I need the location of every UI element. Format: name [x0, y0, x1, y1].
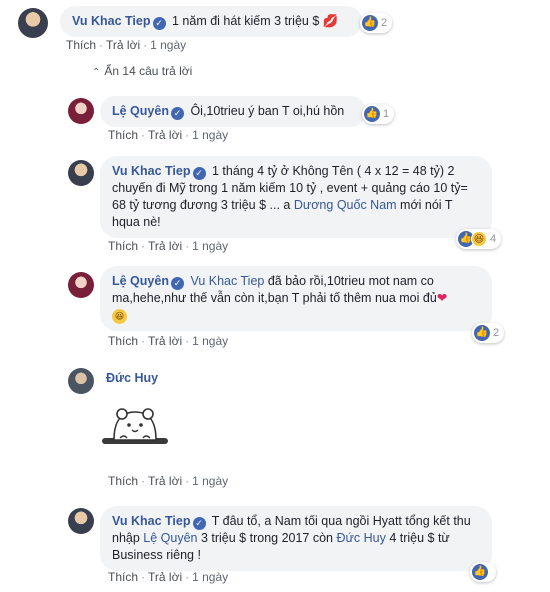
- comment-actions: Thích · Trả lời · 1 ngày: [108, 239, 229, 253]
- avatar[interactable]: [18, 8, 48, 38]
- comment-bubble: Vu Khac Tiep ✓ 1 tháng 4 tỷ ở Không Tên (…: [100, 156, 492, 238]
- comment-actions: Thích · Trả lời · 1 ngày: [108, 334, 229, 348]
- reaction-summary[interactable]: 👍 2: [360, 13, 393, 33]
- avatar[interactable]: [68, 368, 94, 394]
- mention-link[interactable]: Đức Huy: [336, 531, 385, 545]
- timestamp[interactable]: 1 ngày: [192, 570, 228, 584]
- reaction-summary[interactable]: 👍 😆 4: [456, 229, 502, 249]
- comment-author[interactable]: Vu Khac Tiep: [112, 514, 191, 528]
- verified-badge-icon: ✓: [152, 17, 166, 30]
- comment-text: Ôi,10trieu ý ban T oi,hú hồn: [190, 104, 345, 118]
- bear-sticker[interactable]: [100, 394, 170, 452]
- comment-bubble: Lệ Quyên ✓ Ôi,10trieu ý ban T oi,hú hồn: [100, 96, 366, 127]
- avatar[interactable]: [68, 160, 94, 186]
- verified-badge-icon: ✓: [192, 517, 206, 530]
- like-link[interactable]: Thích: [108, 239, 138, 253]
- verified-badge-icon: ✓: [192, 167, 206, 180]
- like-icon: 👍: [362, 15, 378, 31]
- avatar[interactable]: [68, 272, 94, 298]
- timestamp[interactable]: 1 ngày: [192, 239, 228, 253]
- timestamp[interactable]: 1 ngày: [192, 334, 228, 348]
- comment-bubble: Lệ Quyên ✓ Vu Khac Tiep đã bảo rồi,10trie…: [100, 266, 492, 331]
- reaction-summary[interactable]: 👍 2: [472, 323, 505, 343]
- comment-author[interactable]: Lệ Quyên: [112, 104, 169, 118]
- comment-author[interactable]: Vu Khac Tiep: [112, 164, 191, 178]
- laughing-emoji-icon: 😆: [112, 309, 127, 324]
- like-icon: 👍: [472, 564, 488, 580]
- verified-badge-icon: ✓: [170, 277, 184, 290]
- hide-replies-link[interactable]: ⌃ Ẩn 14 câu trả lời: [92, 64, 192, 78]
- mention-link[interactable]: Dương Quốc Nam: [294, 198, 397, 212]
- reply-link[interactable]: Trả lời: [148, 570, 182, 584]
- mention-link[interactable]: Lệ Quyên: [143, 531, 197, 545]
- like-icon: 👍: [364, 106, 380, 122]
- mention-link[interactable]: Vu Khac Tiep: [190, 274, 264, 288]
- comment-text: 3 triệu $ trong 2017 còn: [197, 531, 337, 545]
- reply-link[interactable]: Trả lời: [106, 38, 140, 52]
- comment-actions: Thích · Trả lời · 1 ngày: [66, 38, 187, 52]
- heart-emoji-icon: ❤: [436, 291, 448, 305]
- like-link[interactable]: Thích: [108, 474, 138, 488]
- timestamp[interactable]: 1 ngày: [192, 474, 228, 488]
- like-link[interactable]: Thích: [108, 334, 138, 348]
- comment-actions: Thích · Trả lời · 1 ngày: [108, 570, 229, 584]
- collapse-arrow-icon: ⌃: [92, 67, 101, 78]
- avatar[interactable]: [68, 98, 94, 124]
- timestamp[interactable]: 1 ngày: [192, 128, 228, 142]
- kiss-mark-emoji: 💋: [322, 14, 339, 28]
- comment-text: 1 năm đi hát kiếm 3 triệu $: [171, 14, 320, 28]
- reaction-summary[interactable]: 👍 1: [362, 104, 395, 124]
- like-icon: 👍: [474, 325, 490, 341]
- like-link[interactable]: Thích: [108, 128, 138, 142]
- comment-actions: Thích · Trả lời · 1 ngày: [108, 474, 229, 488]
- reply-link[interactable]: Trả lời: [148, 474, 182, 488]
- comment-author[interactable]: Đức Huy: [106, 371, 158, 385]
- comment-author[interactable]: Vu Khac Tiep: [72, 14, 151, 28]
- reply-link[interactable]: Trả lời: [148, 334, 182, 348]
- reply-link[interactable]: Trả lời: [148, 239, 182, 253]
- verified-badge-icon: ✓: [170, 107, 184, 120]
- comment-bubble: Vu Khac Tiep ✓ 1 năm đi hát kiếm 3 triệu …: [60, 6, 362, 37]
- comment-author[interactable]: Lệ Quyên: [112, 274, 169, 288]
- haha-icon: 😆: [471, 231, 487, 247]
- like-link[interactable]: Thích: [108, 570, 138, 584]
- avatar[interactable]: [68, 508, 94, 534]
- reply-link[interactable]: Trả lời: [148, 128, 182, 142]
- timestamp[interactable]: 1 ngày: [150, 38, 186, 52]
- comment-bubble: Vu Khac Tiep ✓ T đâu tổ, a Nam tối qua ng…: [100, 506, 492, 571]
- reaction-summary[interactable]: 👍: [470, 562, 496, 582]
- like-link[interactable]: Thích: [66, 38, 96, 52]
- comment-actions: Thích · Trả lời · 1 ngày: [108, 128, 229, 142]
